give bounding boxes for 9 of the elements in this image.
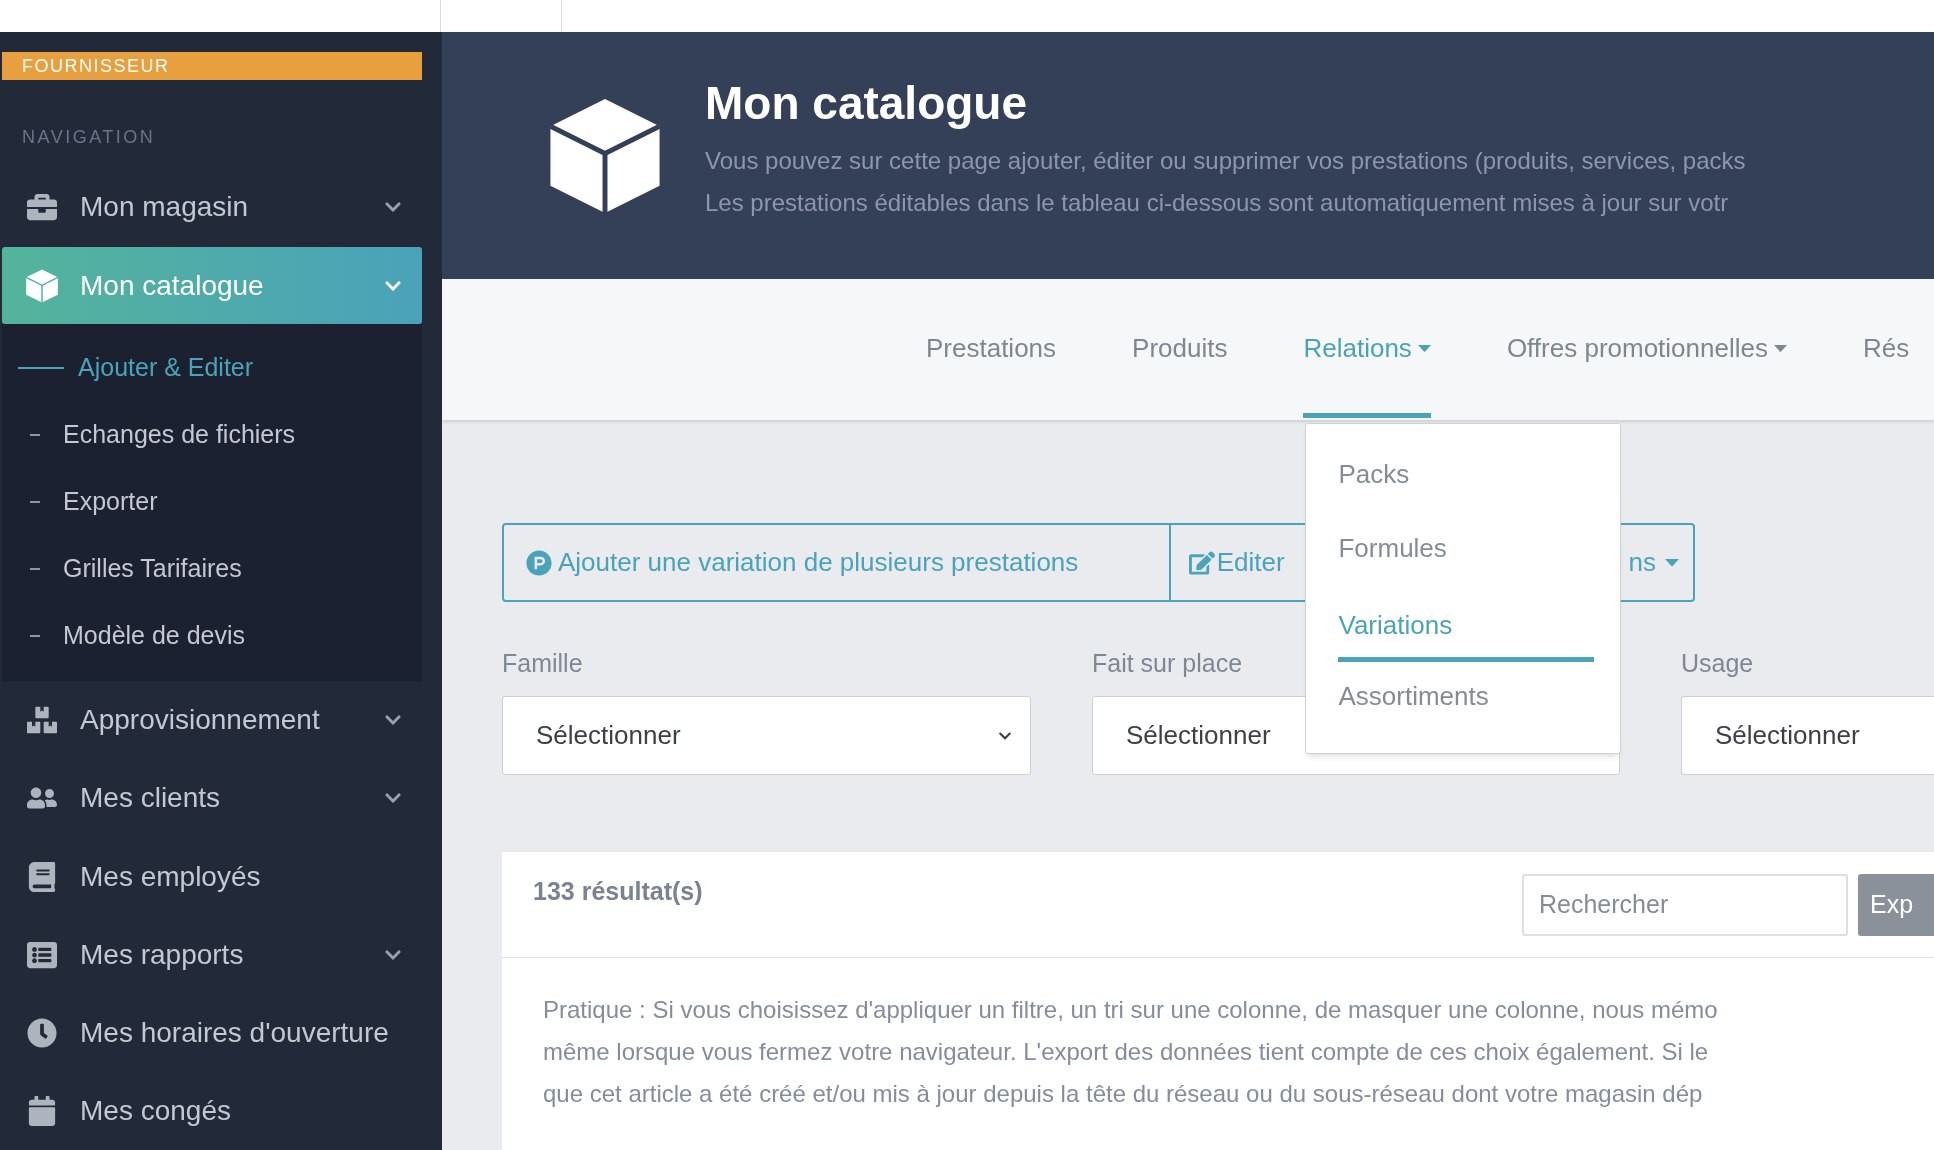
filter-label: Famille	[502, 647, 584, 679]
section-title: NAVIGATION	[21, 125, 157, 149]
result-count: 133 résultat(s)	[533, 877, 704, 906]
filter-label: Usage	[1681, 647, 1755, 679]
notice-text: Pratique : Si vous choisissez d'appliquer un filtre, un tri sur une colonne, de masquer une colonne, nous mémo même lorsque vous fermez votre navigateur. L'export des données tient compte de ces choix également. Si le que cet article a été créé et/ou mis à jour depuis la tête du réseau ou du sous-réseau dont votre magasin dép	[543, 995, 1719, 1109]
page-description: Vous pouvez sur cette page ajouter, éditer ou supprimer vos prestations (produits, services, packs Les prestations éditables dans le tableau ci-dessous sont automatiquement mises à jour sur votr	[705, 145, 1746, 218]
role-badge: FOURNISSEUR	[2, 52, 422, 81]
filter-label: Fait sur place	[1092, 647, 1244, 679]
page-title: Mon catalogue	[705, 75, 1029, 130]
